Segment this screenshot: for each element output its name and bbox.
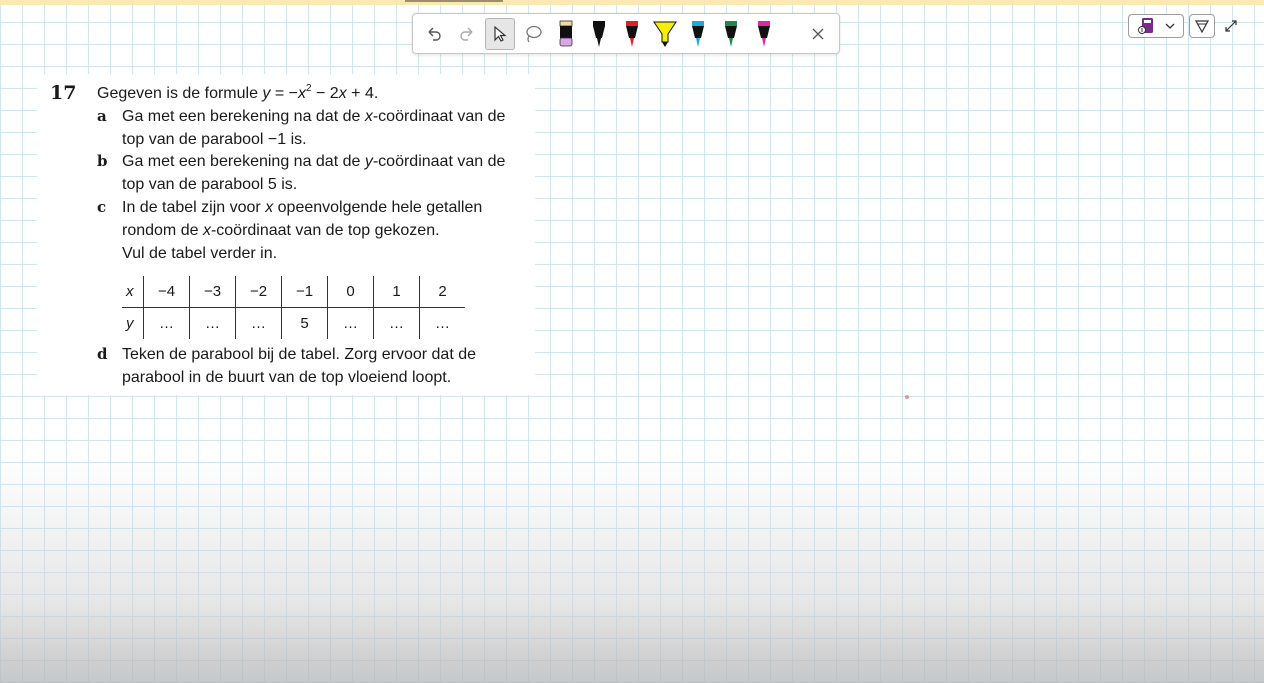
- formula-x2: x: [338, 85, 347, 102]
- text-span: Ga met een berekening na dat de: [122, 108, 365, 125]
- draw-toolbar: [412, 13, 840, 54]
- table-cell: −2: [235, 276, 282, 308]
- question-b-text: Ga met een berekening na dat de y-coördi…: [122, 150, 532, 196]
- text-span: -coördinaat van de: [372, 153, 506, 170]
- exercise-number: 17: [50, 82, 77, 104]
- formula-rest2: + 4.: [346, 85, 379, 102]
- table-cell: …: [189, 307, 236, 339]
- active-tab-indicator: [405, 0, 503, 2]
- value-table: x −4 −3 −2 −1 0 1 2 y … … … 5 … … …: [122, 276, 465, 339]
- table-row-x: x −4 −3 −2 −1 0 1 2: [122, 276, 465, 308]
- formula-exponent: 2: [306, 83, 312, 94]
- pen-blue-icon[interactable]: [683, 18, 713, 50]
- text-line: Teken de parabool bij de tabel. Zorg erv…: [122, 346, 477, 363]
- table-cell: …: [373, 307, 420, 339]
- text-span: opeenvolgende hele getallen: [273, 199, 483, 216]
- close-icon[interactable]: [803, 18, 833, 50]
- text-span: -coördinaat van de: [372, 108, 506, 125]
- question-letter: c: [97, 198, 107, 216]
- pen-black-icon[interactable]: [584, 18, 614, 50]
- right-tools: [1128, 14, 1238, 38]
- table-cell: …: [235, 307, 282, 339]
- variable: x: [265, 199, 274, 216]
- table-row-y: y … … … 5 … … …: [122, 307, 465, 339]
- lasso-icon[interactable]: [518, 18, 548, 50]
- question-c-text: In de tabel zijn voor x opeenvolgende he…: [122, 196, 532, 265]
- variable: y: [364, 153, 373, 170]
- question-letter: b: [97, 152, 108, 170]
- window-top-bar: [0, 0, 1264, 5]
- undo-icon[interactable]: [419, 18, 449, 50]
- filter-icon: [1195, 20, 1209, 33]
- table-cell: …: [419, 307, 465, 339]
- question-letter: a: [97, 107, 107, 125]
- variable: x: [202, 222, 211, 239]
- table-cell: 1: [373, 276, 420, 308]
- pen-magenta-icon[interactable]: [749, 18, 779, 50]
- notebook-icon: [1138, 18, 1153, 34]
- table-cell: −4: [143, 276, 190, 308]
- text-line: Vul de tabel verder in.: [122, 245, 278, 262]
- filter-button[interactable]: [1189, 14, 1215, 38]
- expand-icon[interactable]: [1224, 19, 1238, 33]
- bottom-fade: [0, 455, 1264, 683]
- table-cell: −3: [189, 276, 236, 308]
- text-line: top van de parabool 5 is.: [122, 176, 298, 193]
- text-span: Ga met een berekening na dat de: [122, 153, 365, 170]
- table-cell: …: [143, 307, 190, 339]
- question-a-text: Ga met een berekening na dat de x-coördi…: [122, 105, 532, 151]
- question-letter: d: [97, 345, 108, 363]
- select-pointer-icon[interactable]: [485, 17, 515, 50]
- question-d-text: Teken de parabool bij de tabel. Zorg erv…: [122, 343, 532, 389]
- table-cell: 2: [419, 276, 465, 308]
- exercise-panel: 17 Gegeven is de formule y = −x2 − 2x + …: [37, 74, 535, 395]
- exercise-intro: Gegeven is de formule y = −x2 − 2x + 4.: [97, 83, 379, 103]
- pen-red-icon[interactable]: [617, 18, 647, 50]
- chevron-down-icon: [1165, 23, 1175, 29]
- ink-dot: [905, 395, 909, 399]
- table-cell: …: [327, 307, 374, 339]
- text-span: In de tabel zijn voor: [122, 199, 266, 216]
- pen-green-icon[interactable]: [716, 18, 746, 50]
- text-line: top van de parabool −1 is.: [122, 131, 307, 148]
- text-span: -coördinaat van de top gekozen.: [210, 222, 440, 239]
- highlighter-yellow-icon[interactable]: [650, 18, 680, 50]
- table-header-x: x: [122, 276, 144, 308]
- intro-text: Gegeven is de formule: [97, 85, 263, 102]
- redo-icon[interactable]: [452, 18, 482, 50]
- text-line: parabool in de buurt van de top vloeiend…: [122, 369, 452, 386]
- variable: x: [364, 108, 373, 125]
- formula-eq: = −: [270, 85, 298, 102]
- table-cell: 0: [327, 276, 374, 308]
- highlighter-pink-icon[interactable]: [551, 18, 581, 50]
- formula-x: x: [298, 85, 306, 102]
- text-span: rondom de: [122, 222, 203, 239]
- table-header-y: y: [126, 315, 134, 332]
- table-cell: −1: [281, 276, 328, 308]
- formula-rest1: − 2: [311, 85, 339, 102]
- table-cell: 5: [281, 307, 328, 339]
- notebook-dropdown[interactable]: [1128, 14, 1184, 38]
